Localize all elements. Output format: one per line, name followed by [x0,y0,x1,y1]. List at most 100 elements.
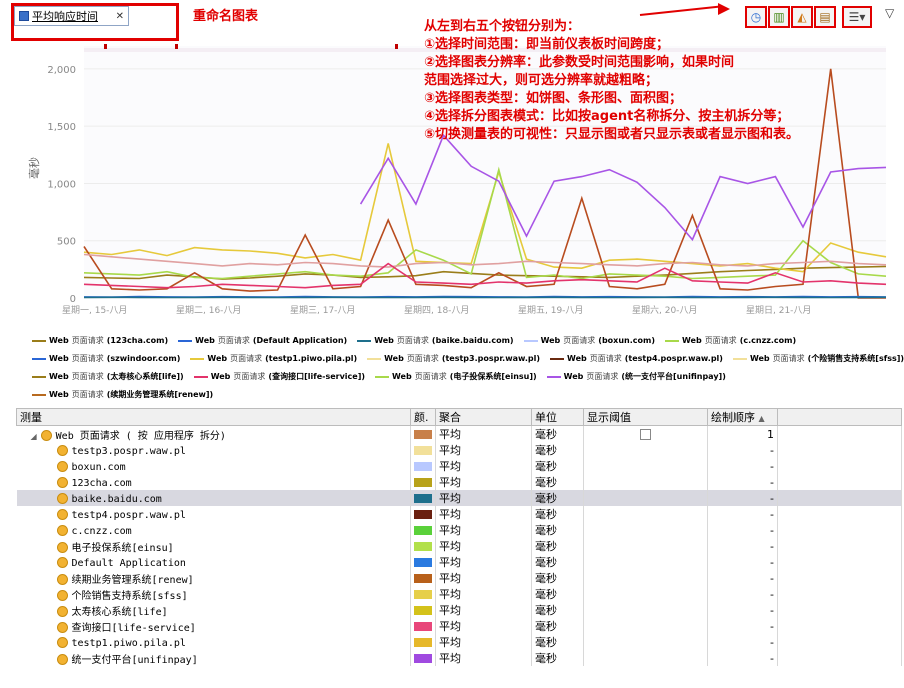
threshold-cell[interactable] [583,442,708,458]
split-chart-button[interactable]: ▤ [814,6,836,28]
collapse-icon[interactable]: ◢ [31,432,37,441]
color-cell[interactable] [410,425,436,442]
draw-order-cell[interactable]: - [707,458,778,474]
table-row[interactable]: testp3.pospr.waw.pl 平均 毫秒 - [16,442,902,458]
threshold-cell[interactable] [583,618,708,634]
col-threshold[interactable]: 显示阈值 [583,408,708,426]
draw-order-cell[interactable]: - [707,554,778,570]
aggregation-cell[interactable]: 平均 [435,618,532,634]
aggregation-cell[interactable]: 平均 [435,538,532,554]
legend-item[interactable]: Web 页面请求 (电子投保系统[einsu]) [375,371,537,382]
draw-order-cell[interactable]: - [707,602,778,618]
color-cell[interactable] [410,586,436,602]
threshold-cell[interactable] [583,490,708,506]
table-row[interactable]: 电子投保系统[einsu] 平均 毫秒 - [16,538,902,554]
table-row[interactable]: baike.baidu.com 平均 毫秒 - [16,490,902,506]
threshold-cell[interactable] [583,506,708,522]
legend-item[interactable]: Web 页面请求 (testp1.piwo.pila.pl) [190,353,357,364]
legend-item[interactable]: Web 页面请求 (统一支付平台[unifinpay]) [546,371,726,382]
table-row[interactable]: 123cha.com 平均 毫秒 - [16,474,902,490]
table-row[interactable]: c.cnzz.com 平均 毫秒 - [16,522,902,538]
table-row[interactable]: testp4.pospr.waw.pl 平均 毫秒 - [16,506,902,522]
aggregation-cell[interactable]: 平均 [435,506,532,522]
color-cell[interactable] [410,538,436,554]
resolution-button[interactable]: ▥ [768,6,790,28]
table-row[interactable]: 统一支付平台[unifinpay] 平均 毫秒 - [16,650,902,666]
legend-item[interactable]: Web 页面请求 (testp3.pospr.waw.pl) [367,353,540,364]
legend-item[interactable]: Web 页面请求 (c.cnzz.com) [664,335,796,346]
color-cell[interactable] [410,442,436,458]
aggregation-cell[interactable]: 平均 [435,490,532,506]
aggregation-cell[interactable]: 平均 [435,425,532,442]
threshold-cell[interactable] [583,554,708,570]
color-cell[interactable] [410,602,436,618]
threshold-cell[interactable] [583,458,708,474]
table-row[interactable]: 个险销售支持系统[sfss] 平均 毫秒 - [16,586,902,602]
aggregation-cell[interactable]: 平均 [435,442,532,458]
color-cell[interactable] [410,634,436,650]
threshold-cell[interactable] [583,425,708,442]
draw-order-cell[interactable]: - [707,570,778,586]
draw-order-cell[interactable]: - [707,650,778,666]
aggregation-cell[interactable]: 平均 [435,458,532,474]
aggregation-cell[interactable]: 平均 [435,602,532,618]
legend-item[interactable]: Web 页面请求 (续期业务管理系统[renew]) [32,389,213,400]
view-menu-icon[interactable]: ▽ [885,6,894,20]
legend-item[interactable]: Web 页面请求 (个险销售支持系统[sfss]) [732,353,904,364]
aggregation-cell[interactable]: 平均 [435,522,532,538]
aggregation-cell[interactable]: 平均 [435,650,532,666]
threshold-cell[interactable] [583,634,708,650]
time-range-button[interactable]: ◷ [745,6,767,28]
color-cell[interactable] [410,618,436,634]
table-row[interactable]: 太寿核心系统[life] 平均 毫秒 - [16,602,902,618]
table-row[interactable]: 查询接口[life-service] 平均 毫秒 - [16,618,902,634]
color-cell[interactable] [410,554,436,570]
draw-order-cell[interactable]: - [707,442,778,458]
legend-item[interactable]: Web 页面请求 (查询接口[life-service]) [193,371,365,382]
legend-item[interactable]: Web 页面请求 (Default Application) [178,335,347,346]
draw-order-cell[interactable]: - [707,490,778,506]
draw-order-cell[interactable]: - [707,474,778,490]
threshold-cell[interactable] [583,570,708,586]
table-visibility-button[interactable]: ☰▾ [842,6,872,28]
draw-order-cell[interactable]: - [707,506,778,522]
threshold-cell[interactable] [583,522,708,538]
chart-type-button[interactable]: ◭ [791,6,813,28]
legend-item[interactable]: Web 页面请求 (baike.baidu.com) [357,335,514,346]
col-draw-order[interactable]: 绘制顺序 ▲ [707,408,778,426]
aggregation-cell[interactable]: 平均 [435,570,532,586]
color-cell[interactable] [410,490,436,506]
table-row[interactable]: boxun.com 平均 毫秒 - [16,458,902,474]
aggregation-cell[interactable]: 平均 [435,634,532,650]
threshold-cell[interactable] [583,586,708,602]
color-cell[interactable] [410,458,436,474]
threshold-checkbox[interactable] [640,429,651,440]
table-row[interactable]: Default Application 平均 毫秒 - [16,554,902,570]
legend-item[interactable]: Web 页面请求 (boxun.com) [523,335,655,346]
table-row[interactable]: testp1.piwo.pila.pl 平均 毫秒 - [16,634,902,650]
aggregation-cell[interactable]: 平均 [435,586,532,602]
draw-order-cell[interactable]: - [707,538,778,554]
col-unit[interactable]: 单位 [531,408,584,426]
draw-order-cell[interactable]: - [707,586,778,602]
aggregation-cell[interactable]: 平均 [435,474,532,490]
threshold-cell[interactable] [583,538,708,554]
draw-order-cell[interactable]: 1 [707,425,778,442]
col-measure[interactable]: 测量 [16,408,411,426]
table-group-row[interactable]: ◢ Web 页面请求 ( 按 应用程序 拆分) 平均 毫秒 1 [16,425,902,442]
color-cell[interactable] [410,570,436,586]
col-color[interactable]: 颜. [410,408,436,426]
table-row[interactable]: 续期业务管理系统[renew] 平均 毫秒 - [16,570,902,586]
threshold-cell[interactable] [583,650,708,666]
legend-item[interactable]: Web 页面请求 (testp4.pospr.waw.pl) [550,353,723,364]
draw-order-cell[interactable]: - [707,618,778,634]
draw-order-cell[interactable]: - [707,634,778,650]
aggregation-cell[interactable]: 平均 [435,554,532,570]
color-cell[interactable] [410,474,436,490]
legend-item[interactable]: Web 页面请求 (szwindoor.com) [32,353,180,364]
col-aggregation[interactable]: 聚合 [435,408,532,426]
threshold-cell[interactable] [583,474,708,490]
legend-item[interactable]: Web 页面请求 (太寿核心系统[life]) [32,371,184,382]
draw-order-cell[interactable]: - [707,522,778,538]
color-cell[interactable] [410,522,436,538]
